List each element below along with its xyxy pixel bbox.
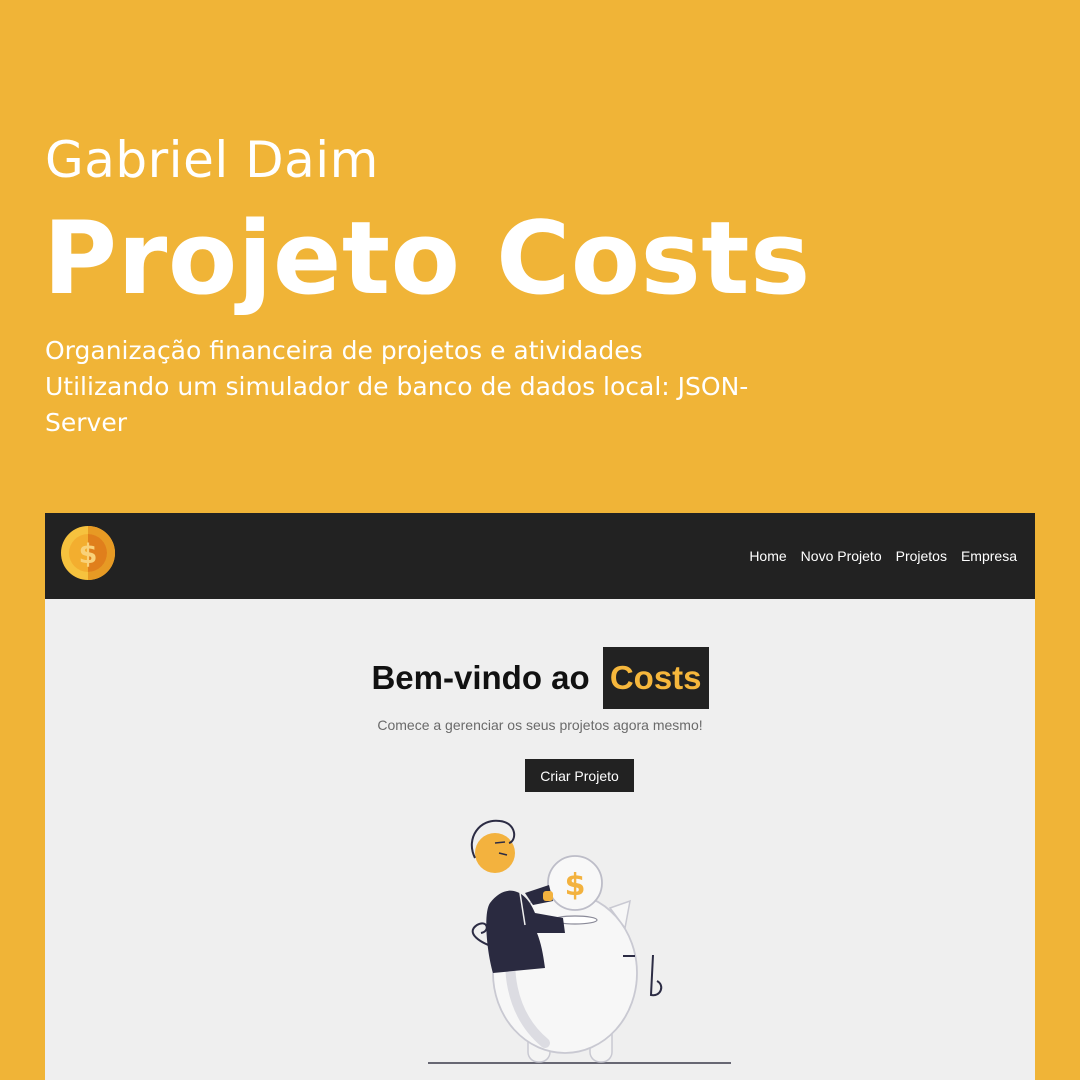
nav-item-empresa[interactable]: Empresa bbox=[961, 548, 1017, 564]
project-title: Projeto Costs bbox=[43, 199, 811, 317]
project-description: Organização financeira de projetos e ati… bbox=[45, 333, 805, 441]
app-screenshot: $ Home Novo Projeto Projetos Empresa Bem… bbox=[45, 513, 1035, 1080]
description-line-3: Server bbox=[45, 408, 127, 437]
dollar-coin-icon[interactable]: $ bbox=[60, 525, 116, 581]
description-line-2: Utilizando um simulador de banco de dado… bbox=[45, 372, 749, 401]
create-project-button[interactable]: Criar Projeto bbox=[525, 759, 634, 792]
description-line-1: Organização financeira de projetos e ati… bbox=[45, 336, 643, 365]
piggy-bank-savings-icon: $ bbox=[428, 819, 731, 1064]
hero-title-brand: Costs bbox=[602, 647, 709, 709]
nav-menu: Home Novo Projeto Projetos Empresa bbox=[735, 513, 1035, 599]
svg-text:$: $ bbox=[565, 868, 586, 903]
hero-title: Bem-vindo ao Costs bbox=[45, 647, 1035, 709]
navbar: $ Home Novo Projeto Projetos Empresa bbox=[45, 513, 1035, 599]
svg-text:$: $ bbox=[79, 539, 98, 570]
author-name: Gabriel Daim bbox=[45, 131, 379, 189]
hero-title-prefix: Bem-vindo ao bbox=[371, 659, 590, 696]
nav-item-home[interactable]: Home bbox=[749, 548, 786, 564]
nav-item-clipped[interactable] bbox=[1031, 548, 1035, 564]
hero-subtitle: Comece a gerenciar os seus projetos agor… bbox=[377, 717, 703, 733]
nav-item-projetos[interactable]: Projetos bbox=[896, 548, 947, 564]
nav-item-novo-projeto[interactable]: Novo Projeto bbox=[801, 548, 882, 564]
